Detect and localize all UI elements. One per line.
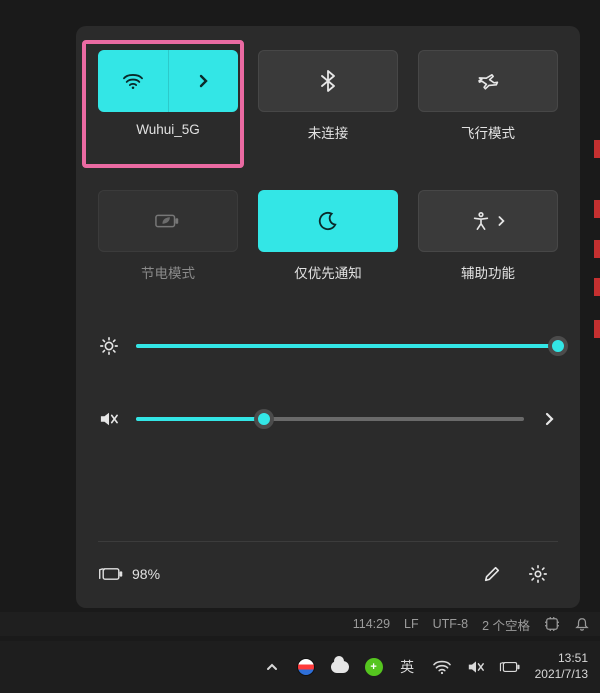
bg-accent [594,200,600,218]
battery-percent: 98% [132,566,160,582]
clock-time: 13:51 [558,651,588,667]
bg-accent [594,278,600,296]
tray-wifi-icon[interactable] [431,656,453,678]
focus-tile[interactable] [258,190,398,252]
chevron-right-icon [198,74,208,88]
brightness-thumb[interactable] [548,336,568,356]
volume-thumb[interactable] [254,409,274,429]
wifi-label: Wuhui_5G [136,122,200,137]
accessibility-label: 辅助功能 [461,262,515,282]
status-extension-icon[interactable] [544,616,560,632]
wifi-tile-wrap: Wuhui_5G [98,50,238,142]
panel-footer: 98% [98,541,558,594]
bluetooth-label: 未连接 [308,122,349,142]
focus-tile-wrap: 仅优先通知 [258,190,398,282]
chevron-right-icon [497,215,505,227]
taskbar: + 英 13:51 2021/7/13 [0,641,600,693]
bluetooth-tile[interactable] [258,50,398,112]
pencil-icon [483,565,501,583]
status-spaces: 2 个空格 [482,615,530,634]
accessibility-icon [471,211,491,231]
wifi-tile [98,50,238,112]
tray-volume-icon[interactable] [465,656,487,678]
edit-button[interactable] [472,554,512,594]
wifi-toggle[interactable] [98,50,168,112]
status-encoding: UTF-8 [433,617,468,631]
wifi-icon [122,72,144,90]
bg-accent [594,320,600,338]
clock-date: 2021/7/13 [535,667,588,683]
tray-cloud-icon[interactable] [329,656,351,678]
focus-label: 仅优先通知 [294,262,362,282]
battery-status[interactable]: 98% [98,566,160,582]
battery-leaf-icon [155,212,181,230]
tray-power-icon[interactable] [499,656,521,678]
brightness-row [98,336,558,356]
status-eol: LF [404,617,419,631]
volume-expand-button[interactable] [540,408,558,430]
volume-slider[interactable] [136,417,524,421]
bg-accent [594,240,600,258]
tray-360-icon[interactable]: + [363,656,385,678]
airplane-tile[interactable] [418,50,558,112]
moon-icon [318,211,338,231]
battery-saver-tile-wrap: 节电模式 [98,190,238,282]
bluetooth-tile-wrap: 未连接 [258,50,398,142]
status-bell-icon[interactable] [574,616,590,632]
accessibility-tile[interactable] [418,190,558,252]
brightness-slider[interactable] [136,344,558,348]
battery-saver-tile[interactable] [98,190,238,252]
airplane-label: 飞行模式 [461,122,515,142]
volume-mute-icon [98,410,120,428]
accessibility-tile-wrap: 辅助功能 [418,190,558,282]
airplane-tile-wrap: 飞行模式 [418,50,558,142]
airplane-icon [477,71,499,91]
tiles-grid: Wuhui_5G 未连接 飞行模式 [98,50,558,282]
battery-saver-label: 节电模式 [141,262,195,282]
status-time: 114:29 [353,617,390,631]
gear-icon [528,564,548,584]
settings-button[interactable] [518,554,558,594]
battery-charging-icon [98,566,124,582]
tray-overflow-button[interactable] [261,656,283,678]
volume-fill [136,417,264,421]
tray-ime-indicator[interactable]: 英 [397,656,419,678]
quick-settings-panel: Wuhui_5G 未连接 飞行模式 [76,26,580,608]
brightness-icon [98,336,120,356]
tray-qq-icon[interactable] [295,656,317,678]
system-tray: + 英 [261,656,521,678]
bluetooth-icon [321,70,335,92]
editor-statusbar: 114:29 LF UTF-8 2 个空格 [0,612,600,636]
bg-accent [594,140,600,158]
taskbar-clock[interactable]: 13:51 2021/7/13 [535,651,588,682]
wifi-expand-button[interactable] [168,50,239,112]
volume-row [98,408,558,430]
brightness-fill [136,344,558,348]
footer-actions [472,554,558,594]
sliders-section [98,336,558,430]
